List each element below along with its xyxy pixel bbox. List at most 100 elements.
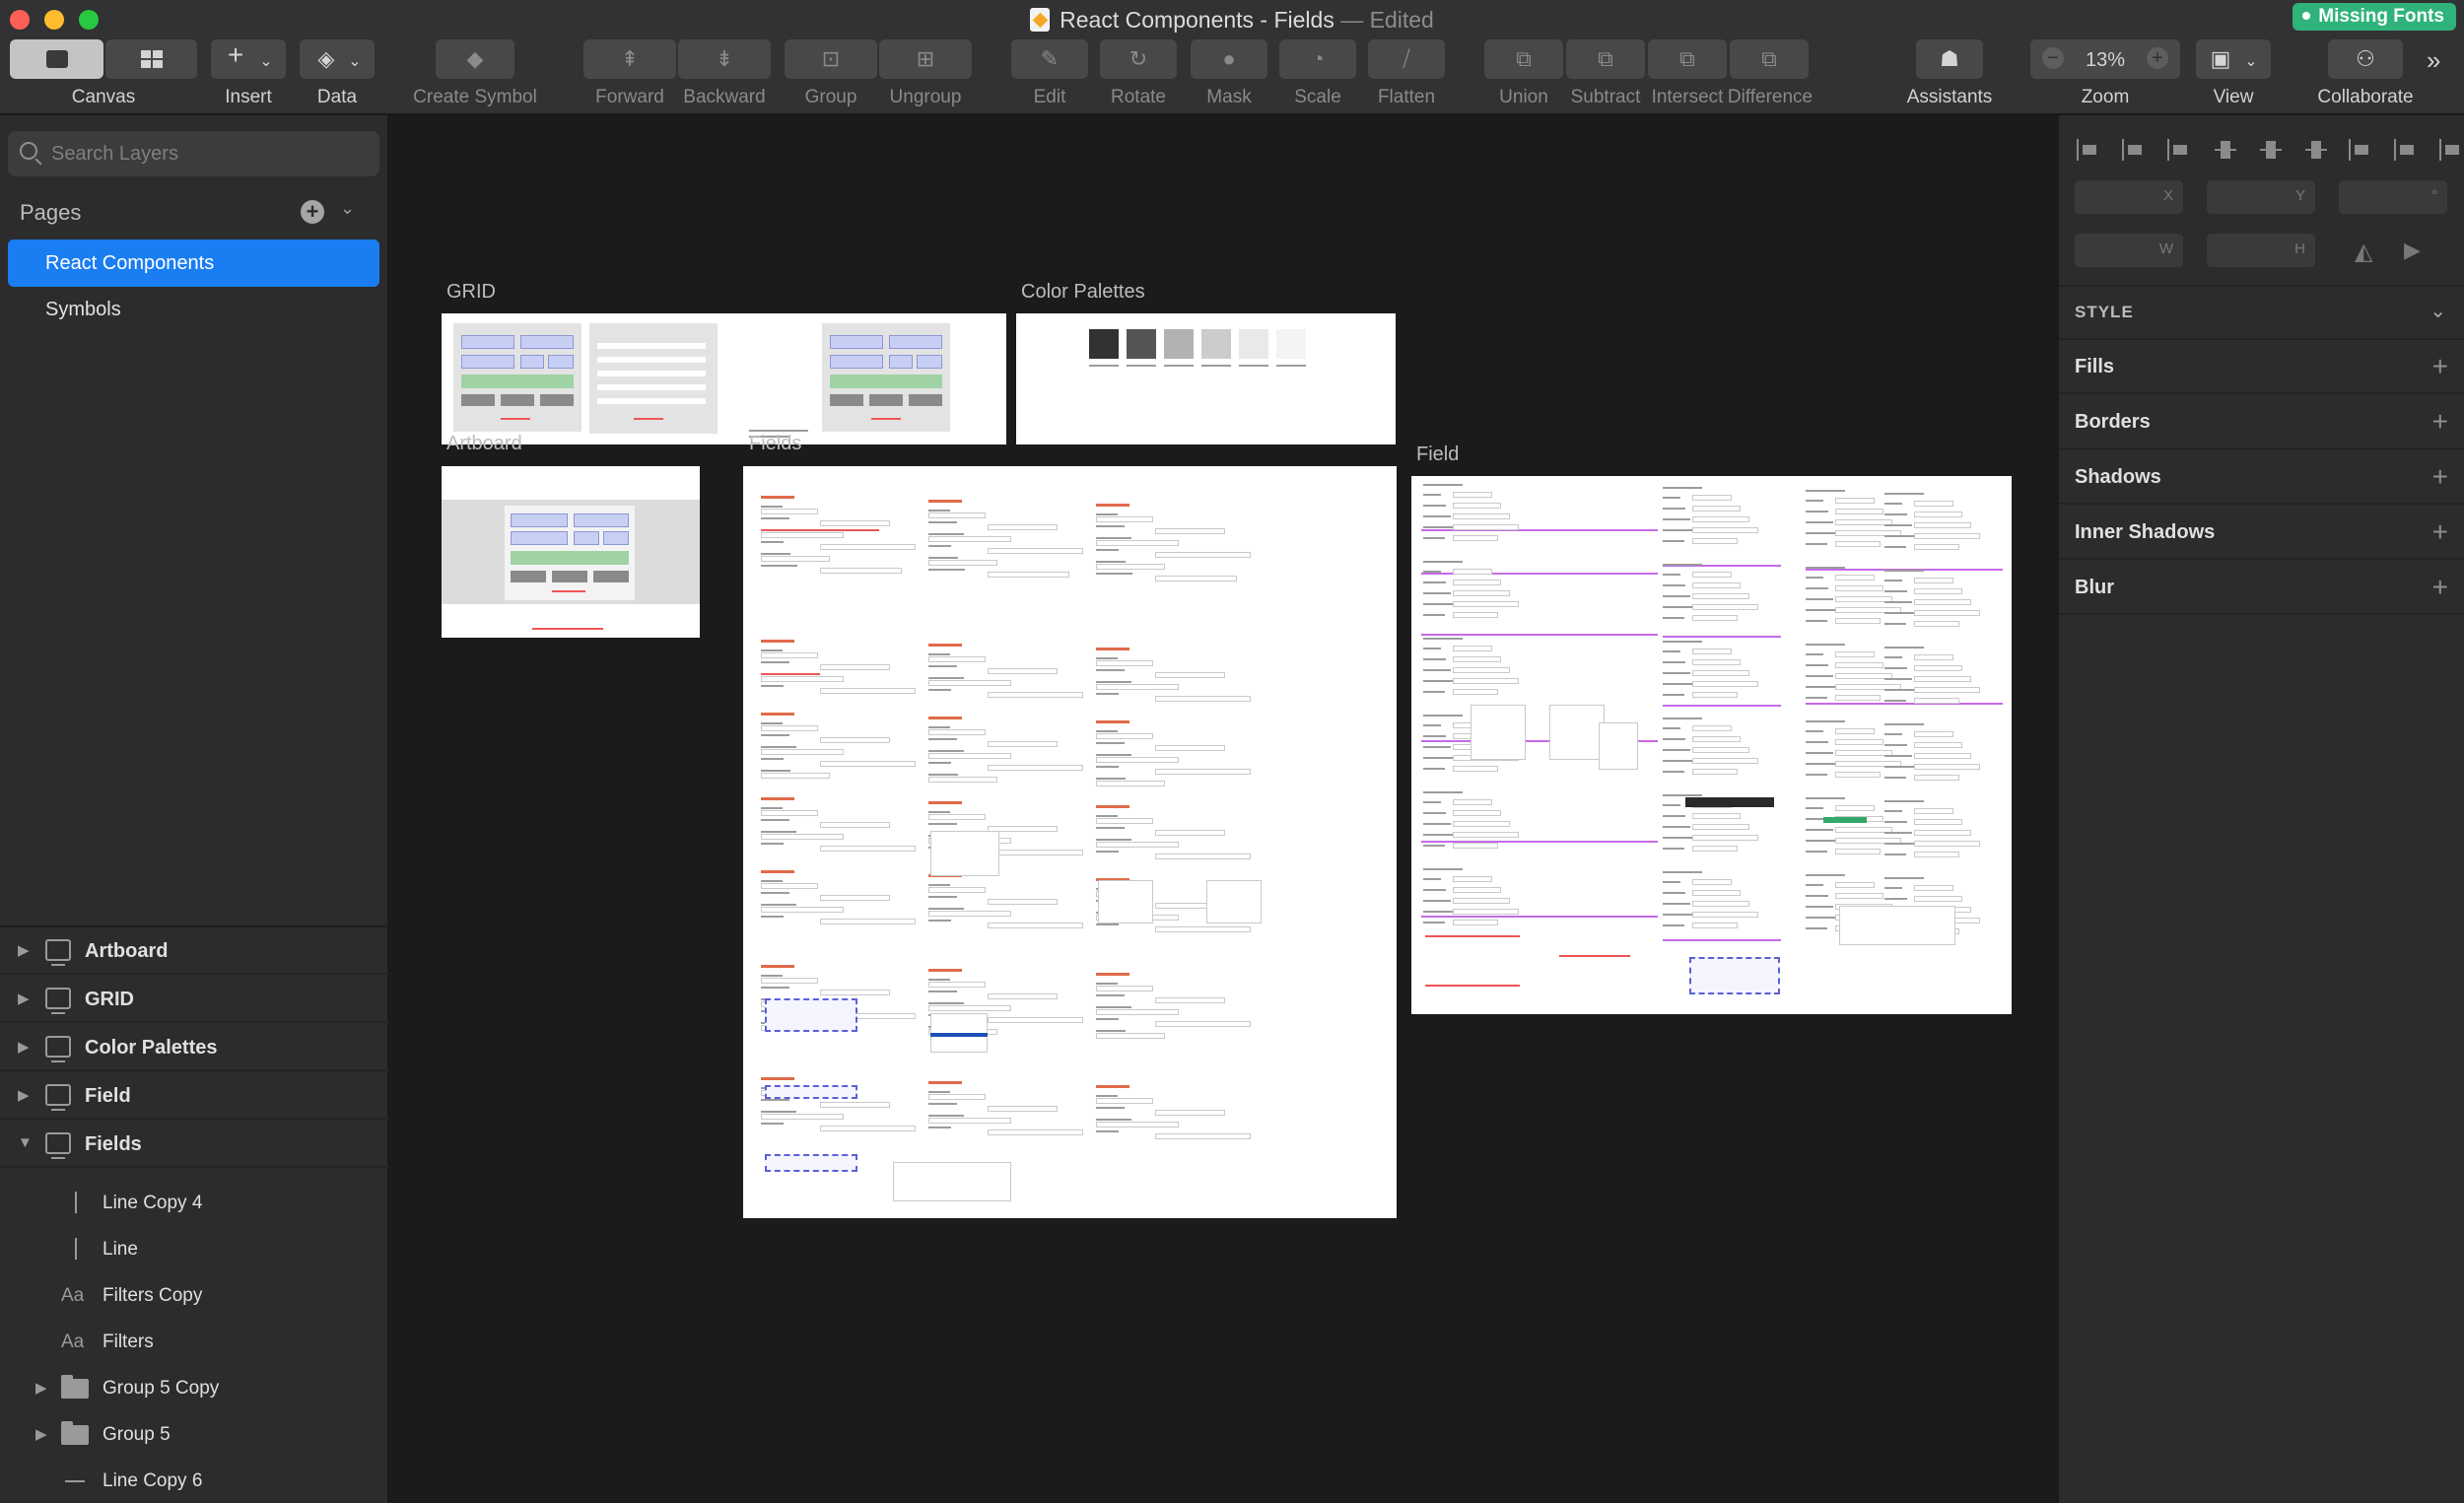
layer-group-5[interactable]: ▶ Group 5 — [0, 1411, 389, 1458]
field-input — [1692, 901, 1749, 907]
align-left-icon[interactable] — [2077, 137, 2102, 163]
align-center-v-icon[interactable] — [2394, 137, 2420, 163]
chevron-down-icon[interactable]: ⌄ — [340, 198, 355, 219]
layer-field-row[interactable]: ▶ Field — [0, 1072, 389, 1120]
field-label — [928, 991, 957, 992]
field-input — [1453, 898, 1510, 904]
canvas-view-button[interactable] — [10, 39, 103, 79]
artboard-grid[interactable] — [442, 313, 1006, 444]
disclosure-right-icon[interactable]: ▶ — [35, 1379, 47, 1397]
disclosure-down-icon[interactable]: ▼ — [18, 1134, 33, 1151]
field-input — [1453, 667, 1510, 673]
field-label — [1663, 892, 1685, 894]
height-field[interactable]: H — [2207, 234, 2315, 267]
layer-line-copy-6[interactable]: Line Copy 6 — [0, 1458, 389, 1503]
align-top-icon[interactable] — [2349, 137, 2374, 163]
inner-shadows-section[interactable]: Inner Shadows + — [2059, 506, 2464, 560]
artboard-field[interactable] — [1411, 476, 2012, 1014]
zoom-in-icon[interactable]: + — [2147, 47, 2168, 69]
layers-sidebar: Pages + ⌄ React Components Symbols ▶ Art… — [0, 115, 389, 1503]
rotation-field[interactable]: ° — [2339, 180, 2447, 214]
section-title — [1663, 564, 1702, 566]
flip-horizontal-icon[interactable]: ◭ — [2355, 238, 2372, 266]
field-input — [1914, 687, 1980, 693]
field-label — [928, 653, 950, 655]
field-input — [928, 656, 986, 662]
disclosure-right-icon[interactable]: ▶ — [18, 1086, 30, 1104]
layer-group-5-copy[interactable]: ▶ Group 5 Copy — [0, 1365, 389, 1411]
artboard-fields[interactable] — [743, 466, 1397, 1218]
zoom-out-icon[interactable]: − — [2042, 47, 2064, 69]
fills-section[interactable]: Fills + — [2059, 340, 2464, 394]
field-label — [1884, 755, 1912, 757]
field-label — [1663, 924, 1684, 926]
field-input — [1453, 569, 1492, 575]
disclosure-right-icon[interactable]: ▶ — [18, 1038, 30, 1056]
field-input — [1692, 604, 1758, 610]
missing-fonts-badge[interactable]: Missing Fonts — [2293, 3, 2456, 31]
field-input — [1692, 846, 1738, 852]
page-item-symbols[interactable]: Symbols — [8, 286, 379, 333]
icon-stroke — [2439, 139, 2441, 161]
field-label — [1806, 609, 1838, 611]
layer-line[interactable]: Line — [0, 1226, 389, 1272]
flip-vertical-icon[interactable]: ▶ — [2404, 238, 2421, 263]
layer-filters-copy[interactable]: Aa Filters Copy — [0, 1272, 389, 1319]
search-layers-input[interactable] — [51, 131, 367, 176]
artboard-title-artboard[interactable]: Artboard — [446, 433, 522, 455]
artboard-title-field[interactable]: Field — [1416, 444, 1459, 466]
x-position-field[interactable]: X — [2075, 180, 2183, 214]
align-bottom-icon[interactable] — [2439, 137, 2464, 163]
add-page-button[interactable]: + — [301, 200, 324, 224]
grid-cell — [917, 355, 942, 369]
field-label — [1096, 827, 1125, 829]
chevron-down-icon: ⌄ — [348, 53, 362, 70]
toolbar-overflow-icon[interactable]: » — [2427, 45, 2440, 76]
y-position-field[interactable]: Y — [2207, 180, 2315, 214]
chevron-down-icon[interactable]: ⌄ — [2430, 299, 2446, 323]
swatch-1 — [1089, 329, 1119, 359]
components-view-button[interactable] — [105, 39, 197, 79]
add-blur-icon[interactable]: + — [2432, 561, 2448, 613]
section-title — [1423, 638, 1463, 640]
field-label — [1096, 766, 1119, 768]
distribute-v-icon[interactable] — [2303, 137, 2329, 163]
align-center-h-icon[interactable] — [2122, 137, 2148, 163]
add-shadow-icon[interactable]: + — [2432, 450, 2448, 503]
disclosure-right-icon[interactable]: ▶ — [18, 990, 30, 1007]
rotation-field-label: ° — [2431, 187, 2437, 204]
zoom-level-value[interactable]: 13% — [2070, 49, 2141, 71]
artboard-title-fields[interactable]: Fields — [749, 433, 801, 455]
field-input — [1453, 535, 1498, 541]
blur-section[interactable]: Blur + — [2059, 561, 2464, 615]
shadows-section[interactable]: Shadows + — [2059, 450, 2464, 505]
layer-artboard-row[interactable]: ▶ Artboard — [0, 927, 389, 975]
field-label — [761, 758, 784, 760]
artboard-artboard[interactable] — [442, 466, 700, 638]
add-inner-shadow-icon[interactable]: + — [2432, 506, 2448, 558]
disclosure-right-icon[interactable]: ▶ — [35, 1425, 47, 1443]
align-middle-icon[interactable] — [2258, 137, 2284, 163]
artboard-color-palettes[interactable] — [1016, 313, 1396, 444]
add-fill-icon[interactable]: + — [2432, 340, 2448, 392]
layer-grid-row[interactable]: ▶ GRID — [0, 976, 389, 1023]
add-border-icon[interactable]: + — [2432, 395, 2448, 447]
field-input — [1914, 753, 1971, 759]
width-field[interactable]: W — [2075, 234, 2183, 267]
align-right-icon[interactable] — [2213, 137, 2238, 163]
borders-section[interactable]: Borders + — [2059, 395, 2464, 449]
field-input — [928, 911, 1011, 917]
distribute-h-icon[interactable] — [2167, 137, 2193, 163]
artboard-title-color-palettes[interactable]: Color Palettes — [1021, 281, 1145, 304]
field-label — [1884, 623, 1906, 625]
layer-fields-row[interactable]: ▼ Fields — [0, 1121, 389, 1168]
layer-color-palettes-row[interactable]: ▶ Color Palettes — [0, 1024, 389, 1071]
field-label — [1663, 837, 1695, 839]
layer-line-copy-4[interactable]: Line Copy 4 — [0, 1180, 389, 1226]
disclosure-right-icon[interactable]: ▶ — [18, 941, 30, 959]
page-item-react-components[interactable]: React Components — [8, 239, 379, 287]
layer-filters[interactable]: Aa Filters — [0, 1319, 389, 1365]
artboard-title-grid[interactable]: GRID — [446, 281, 496, 304]
design-canvas[interactable]: GRID Color Palettes Artboard Fields Fiel… — [391, 115, 2057, 1503]
scale-label: Scale — [1294, 87, 1341, 107]
